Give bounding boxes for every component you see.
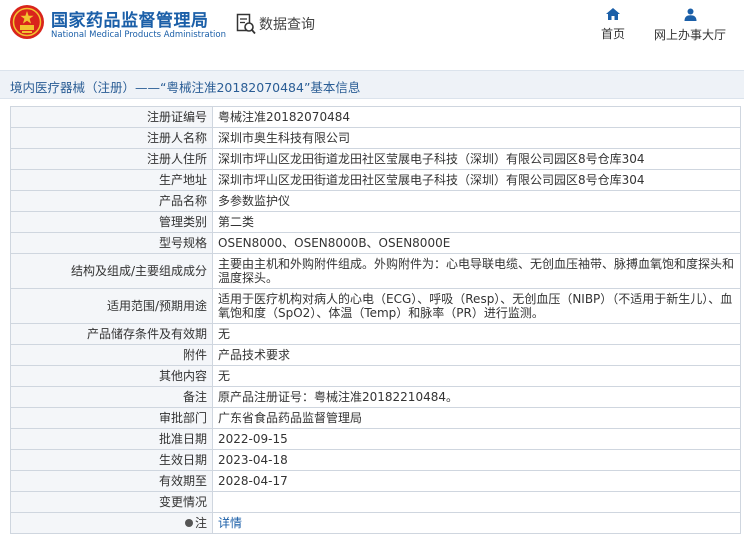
field-label: 变更情况 — [10, 491, 213, 513]
field-value: 深圳市奥生科技有限公司 — [212, 127, 741, 149]
field-label: 产品储存条件及有效期 — [10, 323, 213, 345]
field-value: 粤械注准20182070484 — [212, 106, 741, 128]
registration-info-table: 注册证编号 粤械注准20182070484 注册人名称 深圳市奥生科技有限公司 … — [10, 106, 741, 534]
field-value: 多参数监护仪 — [212, 190, 741, 212]
nav-online-hall-label: 网上办事大厅 — [653, 28, 726, 42]
field-value: 广东省食品药品监督管理局 — [212, 407, 741, 429]
field-value: 产品技术要求 — [212, 344, 741, 366]
field-label: 备注 — [10, 386, 213, 408]
field-value: 2022-09-15 — [212, 428, 741, 450]
field-label: 注册证编号 — [10, 106, 213, 128]
table-row: 生效日期 2023-04-18 — [10, 449, 741, 471]
note-label-cell: 注 — [10, 512, 213, 534]
field-value: 深圳市坪山区龙田街道龙田社区莹展电子科技（深圳）有限公司园区8号仓库304 — [212, 148, 741, 170]
org-name-en: National Medical Products Administration — [51, 30, 226, 40]
field-value: 无 — [212, 323, 741, 345]
field-label: 批准日期 — [10, 428, 213, 450]
table-row: 管理类别 第二类 — [10, 211, 741, 233]
field-value: 2028-04-17 — [212, 470, 741, 492]
table-row: 批准日期 2022-09-15 — [10, 428, 741, 450]
site-header: 国家药品监督管理局 National Medical Products Admi… — [0, 0, 744, 62]
field-label: 注册人住所 — [10, 148, 213, 170]
table-row: 注册证编号 粤械注准20182070484 — [10, 106, 741, 128]
field-label: 生产地址 — [10, 169, 213, 191]
table-row: 备注 原产品注册证号：粤械注准20182210484。 — [10, 386, 741, 408]
nav-home[interactable]: 首页 — [592, 8, 634, 48]
user-icon — [684, 8, 696, 21]
field-label: 型号规格 — [10, 232, 213, 254]
table-row: 产品储存条件及有效期 无 — [10, 323, 741, 345]
data-query-icon — [236, 13, 256, 35]
note-label: 注 — [194, 516, 207, 530]
field-label: 产品名称 — [10, 190, 213, 212]
table-row: 适用范围/预期用途 适用于医疗机构对病人的心电（ECG）、呼吸（Resp）、无创… — [10, 288, 741, 324]
nav-online-hall[interactable]: 网上办事大厅 — [648, 8, 732, 48]
details-link[interactable]: 详情 — [218, 516, 242, 530]
field-value: 无 — [212, 365, 741, 387]
field-label: 其他内容 — [10, 365, 213, 387]
field-value: 适用于医疗机构对病人的心电（ECG）、呼吸（Resp）、无创血压（NIBP）（不… — [212, 288, 741, 324]
note-dot-icon — [184, 519, 193, 527]
table-row: 其他内容 无 — [10, 365, 741, 387]
field-label: 附件 — [10, 344, 213, 366]
field-label: 有效期至 — [10, 470, 213, 492]
field-label: 生效日期 — [10, 449, 213, 471]
field-value: 2023-04-18 — [212, 449, 741, 471]
field-value: 原产品注册证号：粤械注准20182210484。 — [212, 386, 741, 408]
table-row: 型号规格 OSEN8000、OSEN8000B、OSEN8000E — [10, 232, 741, 254]
field-value: 深圳市坪山区龙田街道龙田社区莹展电子科技（深圳）有限公司园区8号仓库304 — [212, 169, 741, 191]
table-row: 结构及组成/主要组成成分 主要由主机和外购附件组成。外购附件为：心电导联电缆、无… — [10, 253, 741, 289]
section-label: 数据查询 — [259, 17, 315, 33]
table-row: 注册人住所 深圳市坪山区龙田街道龙田社区莹展电子科技（深圳）有限公司园区8号仓库… — [10, 148, 741, 170]
table-row: 生产地址 深圳市坪山区龙田街道龙田社区莹展电子科技（深圳）有限公司园区8号仓库3… — [10, 169, 741, 191]
table-row: 注 详情 — [10, 512, 741, 534]
field-value: OSEN8000、OSEN8000B、OSEN8000E — [212, 232, 741, 254]
field-label: 注册人名称 — [10, 127, 213, 149]
field-value — [212, 491, 741, 513]
org-name-cn: 国家药品监督管理局 — [51, 11, 209, 31]
table-row: 注册人名称 深圳市奥生科技有限公司 — [10, 127, 741, 149]
page-title-bar: 境内医疗器械（注册）——“粤械注准20182070484”基本信息 — [0, 70, 744, 99]
field-label: 管理类别 — [10, 211, 213, 233]
home-icon — [606, 8, 620, 20]
field-label: 审批部门 — [10, 407, 213, 429]
table-row: 产品名称 多参数监护仪 — [10, 190, 741, 212]
table-row: 审批部门 广东省食品药品监督管理局 — [10, 407, 741, 429]
field-value: 第二类 — [212, 211, 741, 233]
field-value: 主要由主机和外购附件组成。外购附件为：心电导联电缆、无创血压袖带、脉搏血氧饱和度… — [212, 253, 741, 289]
national-emblem-icon — [10, 5, 44, 39]
table-row: 附件 产品技术要求 — [10, 344, 741, 366]
table-row: 变更情况 — [10, 491, 741, 513]
nav-home-label: 首页 — [600, 27, 625, 41]
note-value-cell: 详情 — [212, 512, 741, 534]
field-label: 结构及组成/主要组成成分 — [10, 253, 213, 289]
field-label: 适用范围/预期用途 — [10, 288, 213, 324]
page-title: 境内医疗器械（注册）——“粤械注准20182070484”基本信息 — [10, 80, 361, 95]
table-row: 有效期至 2028-04-17 — [10, 470, 741, 492]
